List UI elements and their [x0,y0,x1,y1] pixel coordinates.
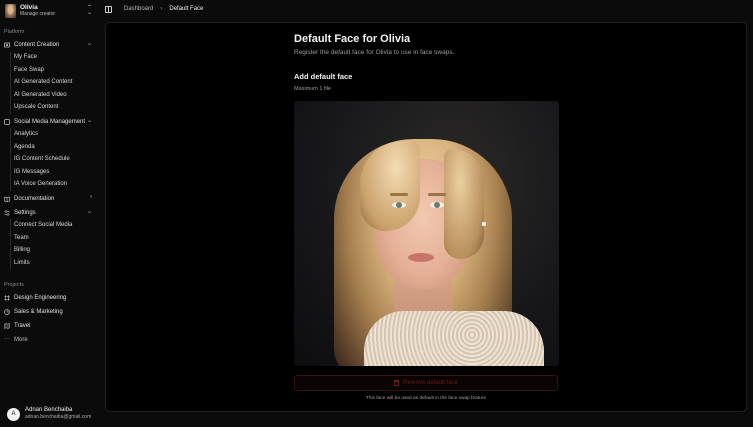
topbar: Dashboard › Default Face [99,0,753,20]
frame-icon [4,294,10,301]
remove-default-face-label: Remove default face [402,380,459,386]
project-travel-label: Travel [14,322,31,329]
nav-social-media-label: Social Media Management [14,118,86,125]
sidebar-item-limits[interactable]: Limits [14,257,94,268]
submenu-line [10,128,11,191]
sidebar-item-ia-voice-generation[interactable]: IA Voice Generation [14,178,94,189]
platform-group-label: Platform [4,29,25,35]
chevron-down-icon: ⌄ [86,118,92,124]
sidebar-item-agenda[interactable]: Agenda [14,141,94,152]
main-panel: Default Face for Olivia Register the def… [105,22,747,412]
breadcrumb-dashboard[interactable]: Dashboard [124,6,153,12]
sidebar-item-team[interactable]: Team [14,232,94,243]
book-icon [4,196,10,202]
page-subtitle: Register the default face for Olivia to … [294,49,455,56]
sidebar-toggle-icon[interactable] [105,6,112,13]
content-creation-icon [4,42,10,48]
chevron-right-icon: › [160,6,163,12]
chevron-right-icon: › [90,194,92,200]
creator-subtitle: Manage creator [20,11,56,17]
pie-chart-icon [4,308,10,315]
max-files-hint: Maximum 1 file [294,86,331,92]
project-design-engineering-label: Design Engineering [14,294,67,301]
project-sales-marketing-label: Sales & Marketing [14,308,63,315]
project-sales-marketing[interactable]: Sales & Marketing [4,306,95,317]
sidebar-item-ai-generated-video[interactable]: AI Generated Video [14,89,94,100]
default-face-image [294,101,559,366]
nav-documentation-label: Documentation [14,195,55,202]
map-icon [4,322,10,329]
user-avatar: A [7,407,20,421]
creator-name: Olivia [20,4,38,11]
chevron-down-icon: ⌄ [86,41,92,47]
creator-avatar [5,4,16,18]
sidebar-item-analytics[interactable]: Analytics [14,128,94,139]
chevrons-up-down-icon: ⌃ ⌄ [86,5,92,16]
more-button[interactable]: ··· More [4,334,95,345]
user-email: adnan.benchaiba@gmail.com [25,414,92,420]
nav-documentation[interactable]: Documentation › [4,193,95,204]
creator-switcher[interactable]: Olivia Manage creator ⌃ ⌄ [5,3,95,19]
chevron-down-icon: ⌄ [86,209,92,215]
nav-content-creation-label: Content Creation [14,41,60,48]
breadcrumb: Dashboard › Default Face [124,6,203,12]
nav-content-creation[interactable]: Content Creation ⌄ [4,39,95,50]
nav-settings-label: Settings [14,209,36,216]
submenu-line [10,219,11,269]
remove-default-face-button[interactable]: Remove default face [294,375,558,391]
trash-icon [393,380,399,386]
section-title: Add default face [294,72,353,81]
breadcrumb-current: Default Face [169,6,204,12]
project-design-engineering[interactable]: Design Engineering [4,292,95,303]
sidebar: Olivia Manage creator ⌃ ⌄ Platform Conten… [0,0,99,427]
page-title: Default Face for Olivia [294,33,411,45]
project-travel[interactable]: Travel [4,320,95,331]
sidebar-item-ig-messages[interactable]: IG Messages [14,166,94,177]
user-name: Adnan Benchaiba [25,407,73,413]
sidebar-item-ai-generated-content[interactable]: AI Generated Content [14,76,94,87]
sidebar-item-billing[interactable]: Billing [14,244,94,255]
sidebar-item-upscale-content[interactable]: Upscale Content [14,101,94,112]
more-label: More [14,336,28,343]
nav-social-media-management[interactable]: Social Media Management ⌄ [4,116,95,127]
more-horizontal-icon: ··· [4,335,10,342]
face-swap-note: This face will be used as default in the… [365,396,487,401]
nav-settings[interactable]: Settings ⌄ [4,207,95,218]
sidebar-item-face-swap[interactable]: Face Swap [14,64,94,75]
projects-group-label: Projects [4,282,24,288]
sidebar-item-my-face[interactable]: My Face [14,51,94,62]
social-media-icon [4,118,10,125]
sidebar-item-ig-content-schedule[interactable]: IG Content Schedule [14,153,94,164]
sidebar-item-connect-social-media[interactable]: Connect Social Media [14,219,94,230]
settings-icon [4,209,10,216]
user-menu[interactable]: A Adnan Benchaiba adnan.benchaiba@gmail.… [7,406,97,422]
submenu-line [10,51,11,114]
